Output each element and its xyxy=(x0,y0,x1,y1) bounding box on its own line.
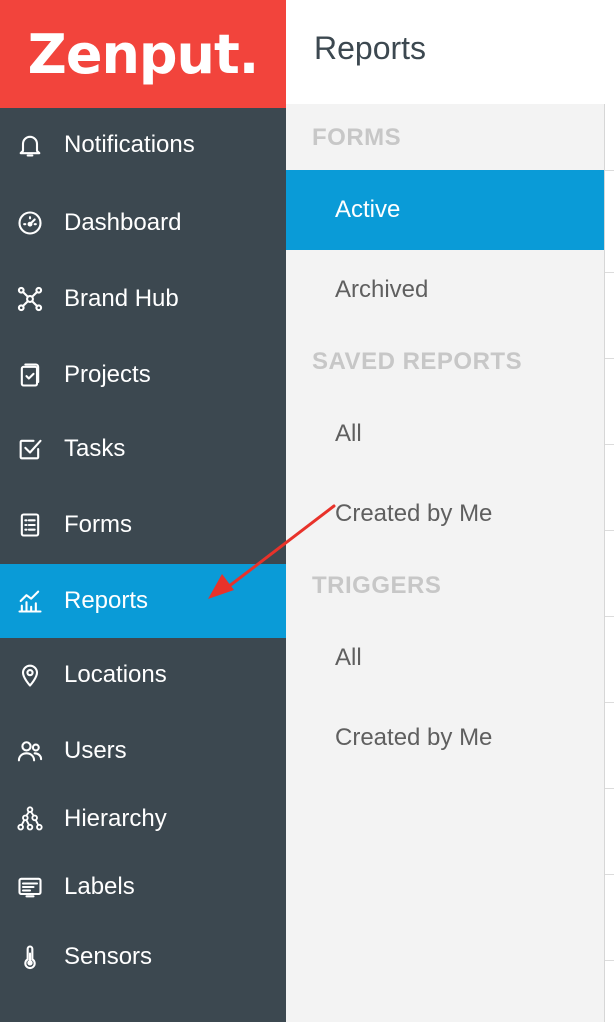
sidebar-item-users[interactable]: Users xyxy=(0,714,286,788)
sidebar-item-locations[interactable]: Locations xyxy=(0,638,286,712)
sidebar-item-labels[interactable]: Labels xyxy=(0,850,286,924)
row-divider xyxy=(605,616,614,617)
submenu-item-saved-all[interactable]: All xyxy=(286,394,604,474)
sidebar-item-label: Hierarchy xyxy=(64,805,167,832)
submenu-item-label: All xyxy=(335,420,362,447)
clipboard-icon xyxy=(16,361,44,389)
sidebar-item-sensors[interactable]: Sensors xyxy=(0,920,286,994)
sidebar-item-label: Dashboard xyxy=(64,209,182,236)
submenu-item-label: Created by Me xyxy=(335,500,493,527)
logo-text: Zenput. xyxy=(27,22,260,86)
row-divider xyxy=(605,788,614,789)
content-area-edge xyxy=(604,104,614,1022)
section-header-forms: FORMS xyxy=(312,124,402,151)
row-divider xyxy=(605,272,614,273)
sidebar-item-hierarchy[interactable]: Hierarchy xyxy=(0,782,286,856)
sidebar-item-label: Brand Hub xyxy=(64,285,179,312)
chart-icon xyxy=(16,587,44,615)
row-divider xyxy=(605,960,614,961)
submenu-item-triggers-all[interactable]: All xyxy=(286,618,604,698)
submenu-item-label: Archived xyxy=(335,276,429,303)
sidebar-item-label: Locations xyxy=(64,661,167,688)
sidebar-item-reports[interactable]: Reports xyxy=(0,564,286,638)
submenu-item-saved-created-by-me[interactable]: Created by Me xyxy=(286,474,604,554)
thermometer-icon xyxy=(16,943,44,971)
sidebar-item-tasks[interactable]: Tasks xyxy=(0,412,286,486)
sidebar-item-notifications[interactable]: Notifications xyxy=(0,108,286,182)
sidebar-item-label: Reports xyxy=(64,587,149,614)
submenu-item-triggers-created-by-me[interactable]: Created by Me xyxy=(286,698,604,778)
row-divider xyxy=(605,358,614,359)
document-icon xyxy=(16,511,44,539)
row-divider xyxy=(605,530,614,531)
location-pin-icon xyxy=(16,661,44,689)
sidebar-item-label: Forms xyxy=(64,511,132,538)
sidebar-item-dashboard[interactable]: Dashboard xyxy=(0,186,286,260)
gauge-icon xyxy=(16,209,44,237)
sidebar-item-projects[interactable]: Projects xyxy=(0,338,286,412)
submenu-item-label: All xyxy=(335,644,362,671)
sidebar-item-brand-hub[interactable]: Brand Hub xyxy=(0,262,286,336)
submenu-item-active[interactable]: Active xyxy=(286,170,604,250)
submenu-item-label: Created by Me xyxy=(335,724,493,751)
hierarchy-icon xyxy=(16,805,44,833)
page-title: Reports xyxy=(314,30,427,66)
checkbox-icon xyxy=(16,435,44,463)
sidebar-item-label: Users xyxy=(64,737,127,764)
section-header-triggers: TRIGGERS xyxy=(312,572,442,599)
row-divider xyxy=(605,170,614,171)
bell-icon xyxy=(16,131,44,159)
submenu-item-label: Active xyxy=(335,196,401,223)
users-icon xyxy=(16,737,44,765)
sidebar-item-label: Sensors xyxy=(64,943,153,970)
sidebar-item-forms[interactable]: Forms xyxy=(0,488,286,562)
row-divider xyxy=(605,444,614,445)
zenput-logo[interactable]: Zenput. xyxy=(0,0,286,108)
sidebar-item-label: Projects xyxy=(64,361,151,388)
row-divider xyxy=(605,702,614,703)
row-divider xyxy=(605,874,614,875)
sidebar-item-label: Labels xyxy=(64,873,135,900)
sidebar-item-label: Tasks xyxy=(64,435,126,462)
hub-icon xyxy=(16,285,44,313)
submenu-item-archived[interactable]: Archived xyxy=(286,250,604,330)
section-header-saved-reports: SAVED REPORTS xyxy=(312,348,523,375)
sidebar-item-label: Notifications xyxy=(64,131,195,158)
label-icon xyxy=(16,873,44,901)
